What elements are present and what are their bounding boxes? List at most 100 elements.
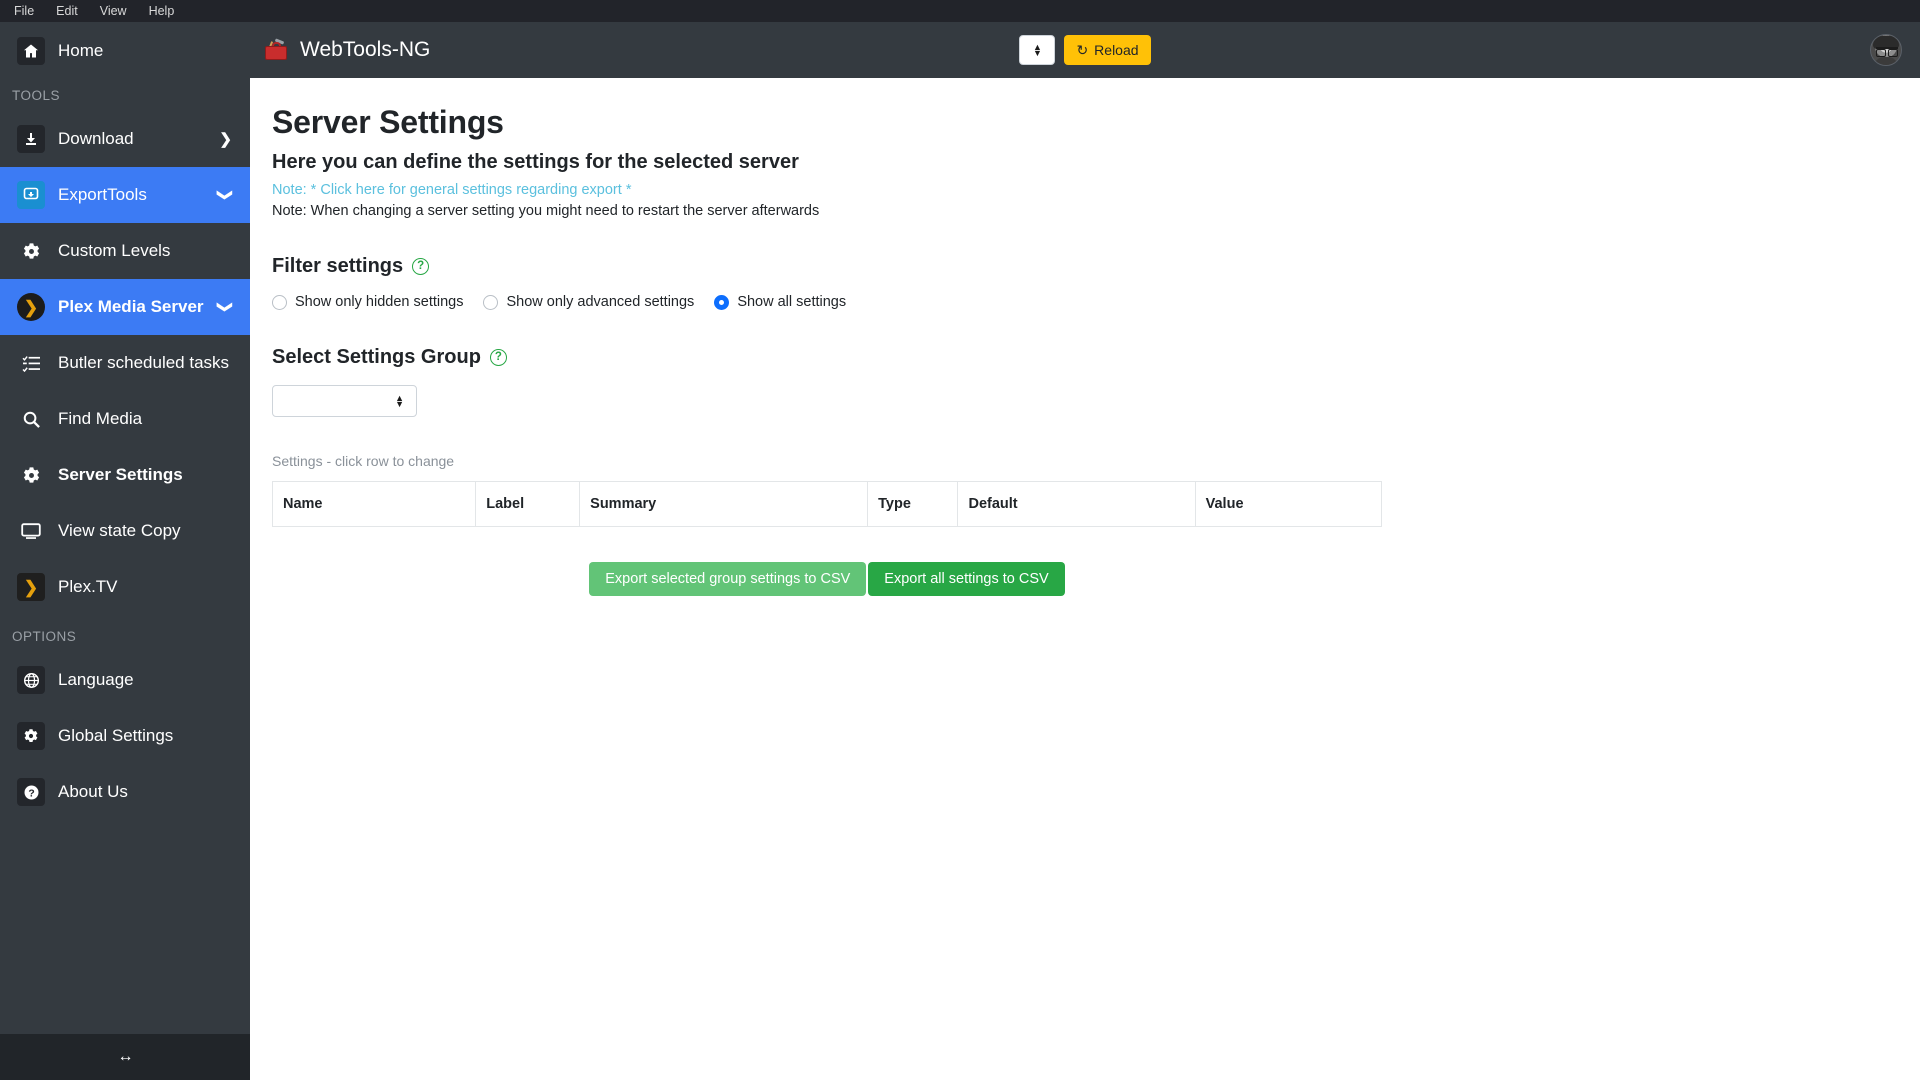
sidebar-item-custom-levels[interactable]: Custom Levels xyxy=(0,223,250,279)
app-title: WebTools-NG xyxy=(300,38,430,62)
menu-item-file[interactable]: File xyxy=(6,3,42,20)
menu-item-view[interactable]: View xyxy=(92,3,135,20)
gear-icon xyxy=(14,466,48,485)
monitor-icon xyxy=(14,522,48,540)
sidebar-item-find-media-label: Find Media xyxy=(58,409,236,429)
general-export-settings-link[interactable]: Note: * Click here for general settings … xyxy=(272,182,1920,198)
sidebar-item-custom-levels-label: Custom Levels xyxy=(58,241,236,261)
sidebar-collapse-toggle[interactable]: ↔ xyxy=(0,1034,250,1080)
sidebar-item-home-label: Home xyxy=(58,41,236,61)
export-all-settings-to-csv-button[interactable]: Export all settings to CSV xyxy=(868,562,1064,596)
radio-label: Show only hidden settings xyxy=(295,294,463,310)
radio-indicator xyxy=(272,295,287,310)
export-tools-icon xyxy=(14,181,48,209)
question-mark-icon: ? xyxy=(14,778,48,806)
sidebar-item-download-label: Download xyxy=(58,129,219,149)
sidebar-item-find-media[interactable]: Find Media xyxy=(0,391,250,447)
chevron-down-icon: ❯ xyxy=(217,189,235,202)
sidebar-item-butler-scheduled-tasks-label: Butler scheduled tasks xyxy=(58,353,236,373)
radio-label: Show all settings xyxy=(737,294,846,310)
sidebar-item-view-state-copy-label: View state Copy xyxy=(58,521,236,541)
sidebar-item-home[interactable]: Home xyxy=(0,22,250,74)
sidebar-item-server-settings-label: Server Settings xyxy=(58,465,236,485)
top-bar: WebTools-NG ▲▼ ↻ Reload xyxy=(250,22,1920,78)
reload-button-label: Reload xyxy=(1094,42,1138,58)
reload-button[interactable]: ↻ Reload xyxy=(1064,35,1150,65)
radio-label: Show only advanced settings xyxy=(506,294,694,310)
restart-server-note: Note: When changing a server setting you… xyxy=(272,203,1920,219)
column-header-default[interactable]: Default xyxy=(958,482,1195,527)
avatar-body xyxy=(1874,57,1898,66)
sidebar-item-butler-scheduled-tasks[interactable]: Butler scheduled tasks xyxy=(0,335,250,391)
page-content: Server Settings Here you can define the … xyxy=(250,78,1920,1080)
radio-show-only-advanced-settings[interactable]: Show only advanced settings xyxy=(483,294,694,310)
page-subtitle: Here you can define the settings for the… xyxy=(272,151,1920,174)
select-settings-group-heading: Select Settings Group ? xyxy=(272,346,1920,369)
radio-show-all-settings[interactable]: Show all settings xyxy=(714,294,846,310)
settings-table-caption: Settings - click row to change xyxy=(272,453,1920,469)
horizontal-resize-icon: ↔ xyxy=(118,1048,133,1066)
sidebar-item-about-us-label: About Us xyxy=(58,782,236,802)
menu-item-help[interactable]: Help xyxy=(141,3,183,20)
sidebar-item-about-us[interactable]: ? About Us xyxy=(0,764,250,820)
sidebar-item-language-label: Language xyxy=(58,670,236,690)
sidebar-item-global-settings[interactable]: Global Settings xyxy=(0,708,250,764)
column-header-type[interactable]: Type xyxy=(868,482,958,527)
sidebar-item-plex-tv[interactable]: ❯ Plex.TV xyxy=(0,559,250,615)
sidebar-item-exporttools-label: ExportTools xyxy=(58,185,219,205)
filter-settings-heading: Filter settings ? xyxy=(272,255,1920,278)
page-title: Server Settings xyxy=(272,104,1920,141)
sidebar-item-language[interactable]: Language xyxy=(0,652,250,708)
column-header-name[interactable]: Name xyxy=(273,482,476,527)
server-select-dropdown[interactable]: ▲▼ xyxy=(1019,35,1055,65)
column-header-value[interactable]: Value xyxy=(1195,482,1381,527)
gear-icon xyxy=(14,722,48,750)
user-avatar[interactable] xyxy=(1870,34,1902,66)
sidebar-section-options: OPTIONS xyxy=(0,615,250,652)
settings-table: Name Label Summary Type Default Value xyxy=(272,481,1382,527)
question-mark-icon[interactable]: ? xyxy=(412,258,429,275)
up-down-arrows-icon: ▲▼ xyxy=(395,395,404,407)
download-icon xyxy=(14,125,48,153)
settings-table-header-row: Name Label Summary Type Default Value xyxy=(273,482,1382,527)
question-mark-icon[interactable]: ? xyxy=(490,349,507,366)
filter-settings-radio-group: Show only hidden settings Show only adva… xyxy=(272,294,1920,310)
search-icon xyxy=(14,410,48,429)
sidebar-item-download[interactable]: Download ❯ xyxy=(0,111,250,167)
radio-show-only-hidden-settings[interactable]: Show only hidden settings xyxy=(272,294,463,310)
app-shell: Home TOOLS Download ❯ xyxy=(0,22,1920,1080)
column-header-summary[interactable]: Summary xyxy=(580,482,868,527)
filter-settings-title: Filter settings xyxy=(272,255,403,278)
sidebar-item-global-settings-label: Global Settings xyxy=(58,726,236,746)
sidebar-item-exporttools[interactable]: ExportTools ❯ xyxy=(0,167,250,223)
radio-indicator-selected xyxy=(714,295,729,310)
tasks-list-icon xyxy=(14,355,48,372)
sidebar-item-plex-media-server[interactable]: ❯ Plex Media Server ❯ xyxy=(0,279,250,335)
settings-group-select[interactable]: ▲▼ xyxy=(272,385,417,417)
refresh-icon: ↻ xyxy=(1076,42,1088,59)
sidebar-item-view-state-copy[interactable]: View state Copy xyxy=(0,503,250,559)
app-brand: WebTools-NG xyxy=(264,38,430,62)
globe-icon xyxy=(14,666,48,694)
plex-icon: ❯ xyxy=(14,293,48,321)
toolbox-icon xyxy=(264,39,290,61)
sidebar-item-plex-media-server-label: Plex Media Server xyxy=(58,297,219,317)
sidebar-item-server-settings[interactable]: Server Settings xyxy=(0,447,250,503)
avatar-glasses xyxy=(1876,47,1898,53)
menu-item-edit[interactable]: Edit xyxy=(48,3,86,20)
chevron-right-icon: ❯ xyxy=(219,130,232,148)
sidebar-item-plex-tv-label: Plex.TV xyxy=(58,577,236,597)
column-header-label[interactable]: Label xyxy=(476,482,580,527)
main-area: WebTools-NG ▲▼ ↻ Reload Serve xyxy=(250,22,1920,1080)
select-settings-group-title: Select Settings Group xyxy=(272,346,481,369)
settings-table-head: Name Label Summary Type Default Value xyxy=(273,482,1382,527)
application-menu-bar: File Edit View Help xyxy=(0,0,1920,22)
up-down-arrows-icon: ▲▼ xyxy=(1033,44,1042,56)
topbar-center-controls: ▲▼ ↻ Reload xyxy=(250,35,1920,65)
radio-indicator xyxy=(483,295,498,310)
home-icon xyxy=(14,37,48,65)
sidebar-navigation: Home TOOLS Download ❯ xyxy=(0,22,250,1080)
export-selected-group-to-csv-button[interactable]: Export selected group settings to CSV xyxy=(589,562,866,596)
sidebar-top-list: Home TOOLS Download ❯ xyxy=(0,22,250,820)
gear-icon xyxy=(14,242,48,261)
